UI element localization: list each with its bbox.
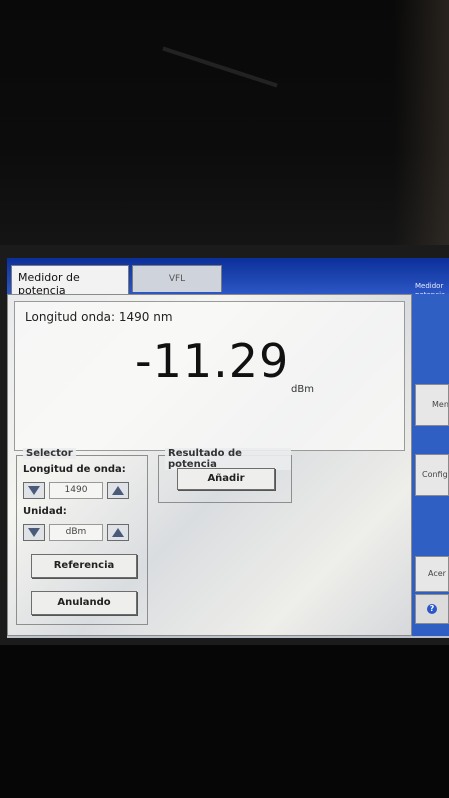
wavelength-readout: Longitud onda: 1490 nm [25,310,173,324]
background-edge [394,0,449,250]
side-config-button[interactable]: Config [415,454,449,496]
unit-up-button[interactable] [107,524,129,541]
unit-down-button[interactable] [23,524,45,541]
triangle-down-icon [28,528,40,537]
side-accept-button[interactable]: Acer [415,556,449,592]
side-panel: Men Config Acer ? [412,294,449,636]
unit-field: dBm [49,524,103,541]
add-button[interactable]: Añadir [177,468,275,490]
tab-power-meter[interactable]: Medidor de potencia [11,265,129,297]
power-result-group: Resultado de potencia Añadir [158,448,292,503]
triangle-down-icon [28,486,40,495]
wavelength-up-button[interactable] [107,482,129,499]
background-photo-top [0,0,449,250]
unit-label: Unidad: [23,506,67,517]
reading-display: Longitud onda: 1490 nm -11.29 dBm [14,301,405,451]
wavelength-down-button[interactable] [23,482,45,499]
question-mark-icon: ? [427,604,437,614]
selector-title: Selector [23,448,76,459]
main-content: Longitud onda: 1490 nm -11.29 dBm Select… [7,294,412,636]
reference-button[interactable]: Referencia [31,554,137,578]
wavelength-label: Longitud de onda: [23,464,126,475]
wavelength-field: 1490 [49,482,103,499]
tab-vfl[interactable]: VFL [132,265,222,292]
power-unit: dBm [291,384,314,395]
selector-group: Selector Longitud de onda: 1490 Unidad: … [16,448,148,625]
power-reading: -11.29 [135,334,290,388]
help-button[interactable]: ? [415,594,449,624]
cancel-button[interactable]: Anulando [31,591,137,615]
triangle-up-icon [112,486,124,495]
background-photo-bottom [0,645,449,798]
reflection-streak [162,46,278,88]
side-menu-button[interactable]: Men [415,384,449,426]
power-result-title: Resultado de potencia [165,448,291,470]
device-screen: Medidor de potencia VFL Medidor potencia… [7,258,449,638]
triangle-up-icon [112,528,124,537]
